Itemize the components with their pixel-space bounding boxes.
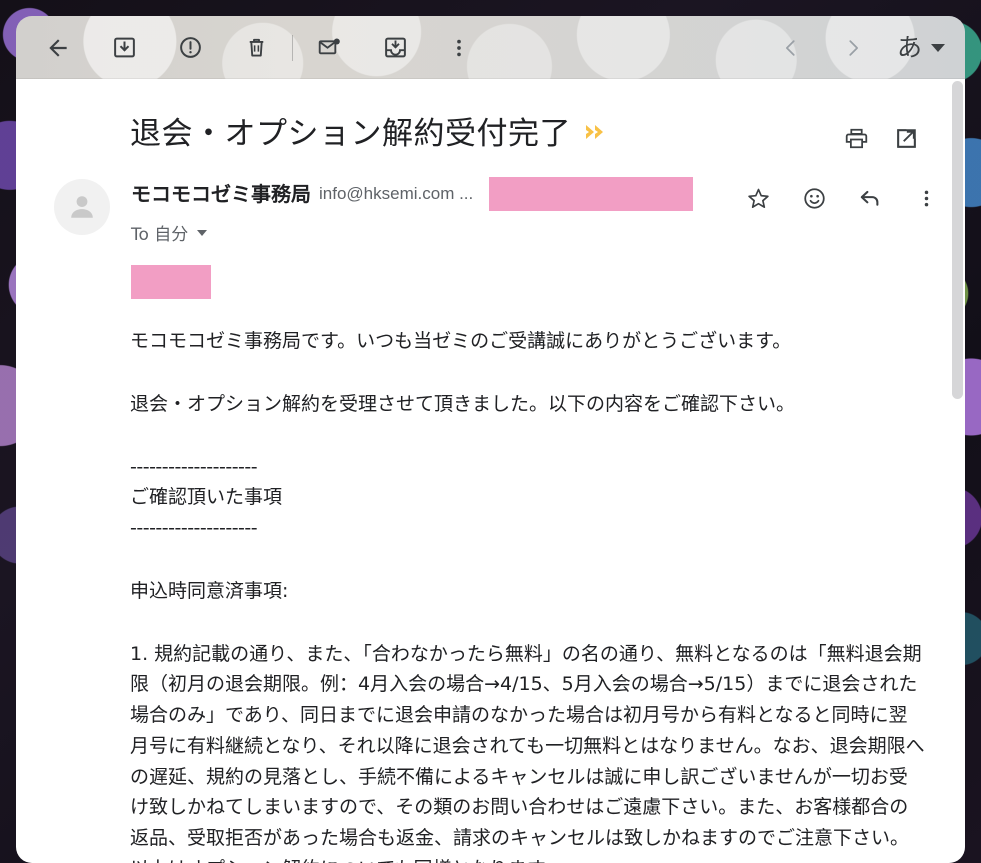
more-vertical-icon: [457, 39, 461, 56]
subject-row: 退会・オプション解約受付完了: [16, 79, 965, 155]
chevron-right-icon: [849, 39, 858, 56]
recipient-line[interactable]: To 自分: [131, 220, 743, 245]
chevron-left-icon: [785, 39, 795, 56]
chevron-down-icon: [931, 43, 945, 52]
sender-info: モコモコゼミ事務局 info@hksemi.com ... To 自分: [110, 177, 743, 245]
add-reaction-button[interactable]: [799, 183, 829, 213]
mail-content-surface: 退会・オプション解約受付完了 モコモコゼミ事務局 info@hksemi.com…: [16, 79, 965, 863]
body-paragraph-4: 1. 規約記載の通り、また、「合わなかったら無料」の名の通り、無料となるのは「無…: [130, 642, 925, 863]
delete-button[interactable]: [232, 24, 280, 72]
open-in-new-icon: [896, 128, 916, 148]
toolbar-divider: [292, 34, 293, 61]
desktop-wallpaper: あ 退会・オプション解約受付完了 モコモコゼミ事務局 info@hksemi.c…: [0, 0, 981, 863]
move-to-inbox-icon: [384, 37, 406, 58]
section-title: ご確認頂いた事項: [130, 486, 283, 509]
star-button[interactable]: [743, 183, 773, 213]
sender-name: モコモコゼミ事務局: [131, 181, 311, 206]
move-to-inbox-button[interactable]: [371, 24, 419, 72]
body-paragraph-3: 申込時同意済事項:: [130, 579, 289, 602]
subject-action-group: [839, 113, 923, 155]
older-message-button[interactable]: [829, 24, 877, 72]
sender-email: info@hksemi.com ...: [319, 184, 474, 204]
body-paragraph-2: 退会・オプション解約を受理させて頂きました。以下の内容をご確認下さい。: [130, 392, 796, 415]
chevron-down-icon: [197, 229, 208, 236]
back-button[interactable]: [34, 24, 82, 72]
exclamation-circle-icon: [179, 37, 201, 58]
open-in-new-window-button[interactable]: [889, 121, 923, 155]
message-body: モコモコゼミ事務局です。いつも当ゼミのご受講誠にありがとうございます。 退会・オ…: [16, 304, 965, 863]
page-title: 退会・オプション解約受付完了: [130, 113, 839, 154]
print-button[interactable]: [839, 121, 873, 155]
avatar[interactable]: [54, 179, 110, 235]
mail-app-window: あ 退会・オプション解約受付完了 モコモコゼミ事務局 info@hksemi.c…: [16, 16, 965, 863]
archive-icon: [113, 37, 135, 58]
sender-row: モコモコゼミ事務局 info@hksemi.com ... To 自分: [16, 155, 965, 245]
mark-unread-button[interactable]: [305, 24, 353, 72]
reply-arrow-icon: [860, 190, 879, 206]
smiley-icon: [803, 187, 825, 209]
archive-button[interactable]: [100, 24, 148, 72]
recipient-label: To 自分: [131, 225, 189, 245]
person-icon: [71, 196, 93, 218]
message-more-button[interactable]: [911, 183, 941, 213]
more-vertical-icon: [924, 190, 928, 206]
report-spam-button[interactable]: [166, 24, 214, 72]
star-icon: [747, 188, 769, 208]
body-paragraph-1: モコモコゼミ事務局です。いつも当ゼミのご受講誠にありがとうございます。: [130, 330, 792, 352]
printer-icon: [845, 128, 867, 148]
divider-top: --------------------: [130, 455, 258, 478]
language-label: あ: [896, 33, 922, 62]
newer-message-button[interactable]: [767, 24, 815, 72]
language-selector[interactable]: あ: [887, 24, 951, 72]
important-marker-icon[interactable]: [585, 113, 611, 152]
toolbar-more-button[interactable]: [435, 24, 483, 72]
reply-button[interactable]: [855, 183, 885, 213]
divider-bottom: --------------------: [130, 517, 258, 540]
back-arrow-icon: [49, 38, 67, 57]
scrollbar-thumb[interactable]: [952, 81, 963, 399]
scrollbar-track[interactable]: [950, 79, 965, 863]
subject-text: 退会・オプション解約受付完了: [130, 116, 571, 152]
mail-unread-icon: [318, 38, 340, 55]
redacted-block-header: [489, 177, 694, 211]
message-action-group: [743, 177, 941, 213]
top-toolbar: あ: [16, 16, 965, 79]
sender-primary-line: モコモコゼミ事務局 info@hksemi.com ...: [131, 177, 743, 211]
trash-icon: [249, 38, 263, 57]
redacted-block-body: [131, 265, 211, 299]
